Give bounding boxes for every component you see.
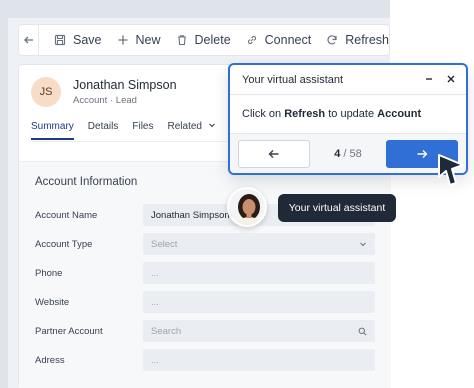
minimize-button[interactable] xyxy=(424,73,434,87)
field-phone: Phone ... xyxy=(35,262,375,284)
field-label: Phone xyxy=(35,267,63,279)
record-type: Account xyxy=(73,95,108,106)
section-title: Account Information xyxy=(35,176,138,188)
field-value: ... xyxy=(151,354,159,366)
arrow-left-icon xyxy=(23,36,33,44)
field-value: Search xyxy=(151,325,182,337)
field-website: Website ... xyxy=(35,291,375,313)
chevron-down-icon xyxy=(208,123,215,128)
record-title-block: Jonathan Simpson Account · Lead xyxy=(73,78,177,106)
phone-input[interactable]: ... xyxy=(143,262,375,284)
arrow-left-icon xyxy=(268,149,279,158)
link-icon xyxy=(245,33,259,47)
avatar: JS xyxy=(31,77,61,107)
delete-button[interactable]: Delete xyxy=(175,33,231,47)
close-button[interactable] xyxy=(446,73,456,87)
popup-header: Your virtual assistant xyxy=(230,65,466,95)
field-value: ... xyxy=(151,267,159,279)
field-partner-account: Partner Account Search xyxy=(35,320,375,342)
close-icon xyxy=(447,75,455,82)
delete-label: Delete xyxy=(194,33,231,47)
field-label: Partner Account xyxy=(35,325,103,337)
connect-label: Connect xyxy=(264,33,312,47)
message-action: Refresh xyxy=(284,108,326,120)
website-input[interactable]: ... xyxy=(143,291,375,313)
previous-step-button[interactable] xyxy=(238,139,310,168)
field-account-type: Account Type Select xyxy=(35,233,375,255)
plus-icon xyxy=(116,33,130,47)
screen: Save New Delete Connect Refresh JS Jonat… xyxy=(0,0,474,388)
field-address: Adress ... xyxy=(35,349,375,371)
record-tabs: Summary Details Files Related xyxy=(31,121,216,140)
popup-message: Click on Refresh to update Account xyxy=(230,95,466,133)
current-step: 4 xyxy=(334,147,341,160)
tab-summary[interactable]: Summary xyxy=(31,121,74,140)
message-target: Account xyxy=(377,108,422,120)
tab-related-label: Related xyxy=(167,121,202,132)
trash-icon xyxy=(175,33,189,47)
message-mid: to update xyxy=(328,108,375,120)
arrow-right-icon xyxy=(417,149,428,158)
field-label: Account Name xyxy=(35,209,98,221)
record-status: Lead xyxy=(115,95,137,106)
field-label: Adress xyxy=(35,354,65,366)
popup-controls xyxy=(424,73,456,87)
record-separator: · xyxy=(109,95,114,106)
address-input[interactable]: ... xyxy=(143,349,375,371)
save-icon xyxy=(53,33,67,47)
refresh-icon xyxy=(325,33,339,47)
popup-footer: 4 / 58 xyxy=(230,133,466,173)
new-label: New xyxy=(135,33,161,47)
toolbar: Save New Delete Connect Refresh xyxy=(18,24,390,56)
assistant-avatar[interactable] xyxy=(227,187,267,227)
search-icon xyxy=(358,327,367,335)
field-value: Select xyxy=(151,238,178,250)
record-header: JS Jonathan Simpson Account · Lead xyxy=(31,77,177,107)
message-prefix: Click on xyxy=(242,108,282,120)
tab-details[interactable]: Details xyxy=(88,121,119,140)
save-label: Save xyxy=(73,33,102,47)
field-label: Account Type xyxy=(35,238,93,250)
record-name: Jonathan Simpson xyxy=(73,78,177,92)
record-subtitle: Account · Lead xyxy=(73,95,177,106)
count-separator: / xyxy=(343,147,347,160)
save-button[interactable]: Save xyxy=(53,33,102,47)
field-label: Website xyxy=(35,296,70,308)
field-value: ... xyxy=(151,296,159,308)
refresh-button[interactable]: Refresh xyxy=(325,33,389,47)
minimize-icon xyxy=(426,77,432,80)
tab-related[interactable]: Related xyxy=(168,121,216,140)
assistant-bubble: Your virtual assistant xyxy=(278,194,396,222)
assistant-popup: Your virtual assistant Click on Refresh … xyxy=(228,63,468,175)
refresh-label: Refresh xyxy=(345,33,389,47)
mouse-cursor-icon xyxy=(438,154,464,186)
step-counter: 4 / 58 xyxy=(310,148,386,160)
popup-title: Your virtual assistant xyxy=(242,73,344,86)
total-steps: 58 xyxy=(349,147,362,160)
new-button[interactable]: New xyxy=(116,33,161,47)
partner-account-search[interactable]: Search xyxy=(143,320,375,342)
back-button[interactable] xyxy=(19,25,39,55)
field-value: Jonathan Simpson xyxy=(151,209,230,221)
chevron-down-icon xyxy=(360,242,366,247)
tab-files[interactable]: Files xyxy=(132,121,153,140)
account-type-select[interactable]: Select xyxy=(143,233,375,255)
connect-button[interactable]: Connect xyxy=(245,33,312,47)
